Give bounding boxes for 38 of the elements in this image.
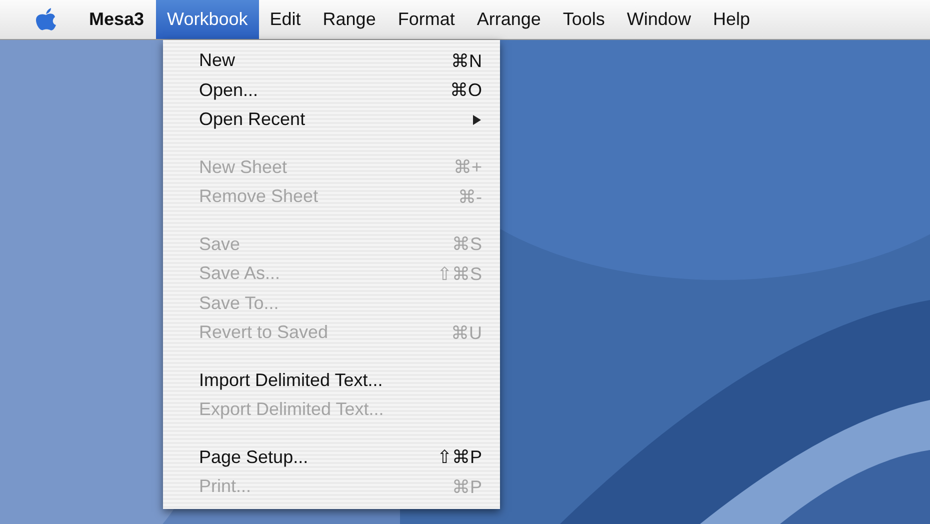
shortcut: ⇧⌘P	[436, 446, 482, 468]
menu-title[interactable]: Range	[312, 0, 387, 39]
shortcut: ⌘S	[452, 233, 482, 256]
menu-item-label: Save To...	[199, 292, 279, 314]
menu-item-label: Save As...	[199, 263, 280, 284]
menu-item-label: Save	[199, 234, 240, 255]
menu-title[interactable]: Help	[702, 0, 761, 39]
menu-title[interactable]: Workbook	[156, 0, 259, 39]
menu-item-label: Export Delimited Text...	[199, 399, 384, 420]
menu-item-label: Open Recent	[199, 109, 306, 130]
menu-item[interactable]: Page Setup... ⇧⌘P	[163, 442, 500, 472]
menu-item-label: New	[199, 50, 236, 72]
menu-item-label: Remove Sheet	[199, 186, 318, 208]
menu-item-label: Import Delimited Text...	[199, 370, 383, 391]
menu-item-label: Page Setup...	[199, 446, 308, 468]
shortcut: ⌘P	[452, 476, 482, 498]
shortcut: ⌘-	[458, 186, 482, 208]
menu-title[interactable]: Arrange	[466, 0, 552, 39]
menu-title[interactable]: Tools	[552, 0, 616, 39]
apple-logo-icon[interactable]	[36, 8, 56, 31]
menu-item[interactable]: New ⌘N	[163, 46, 500, 76]
shortcut: ⌘N	[451, 50, 482, 72]
menu-item-label: Revert to Saved	[199, 322, 328, 344]
shortcut: ⌘O	[450, 79, 482, 102]
shortcut: ⌘U	[451, 322, 482, 344]
menu-item[interactable]: Open... ⌘O	[163, 76, 500, 105]
menu-title[interactable]: Edit	[258, 0, 312, 39]
menu-title[interactable]: Window	[616, 0, 702, 39]
menu-item-label: Print...	[199, 476, 252, 498]
submenu-arrow-icon	[472, 114, 482, 126]
app-menu[interactable]: Mesa3	[78, 0, 156, 39]
menu-item-label: New Sheet	[199, 156, 288, 178]
shortcut: ⌘+	[453, 156, 482, 178]
shortcut: ⇧⌘S	[436, 262, 482, 285]
menu-item-label: Open...	[199, 80, 258, 101]
menu-item[interactable]: Open Recent	[163, 105, 500, 134]
menu-title[interactable]: Format	[386, 0, 466, 39]
menu-item[interactable]: Import Delimited Text...	[163, 366, 500, 395]
